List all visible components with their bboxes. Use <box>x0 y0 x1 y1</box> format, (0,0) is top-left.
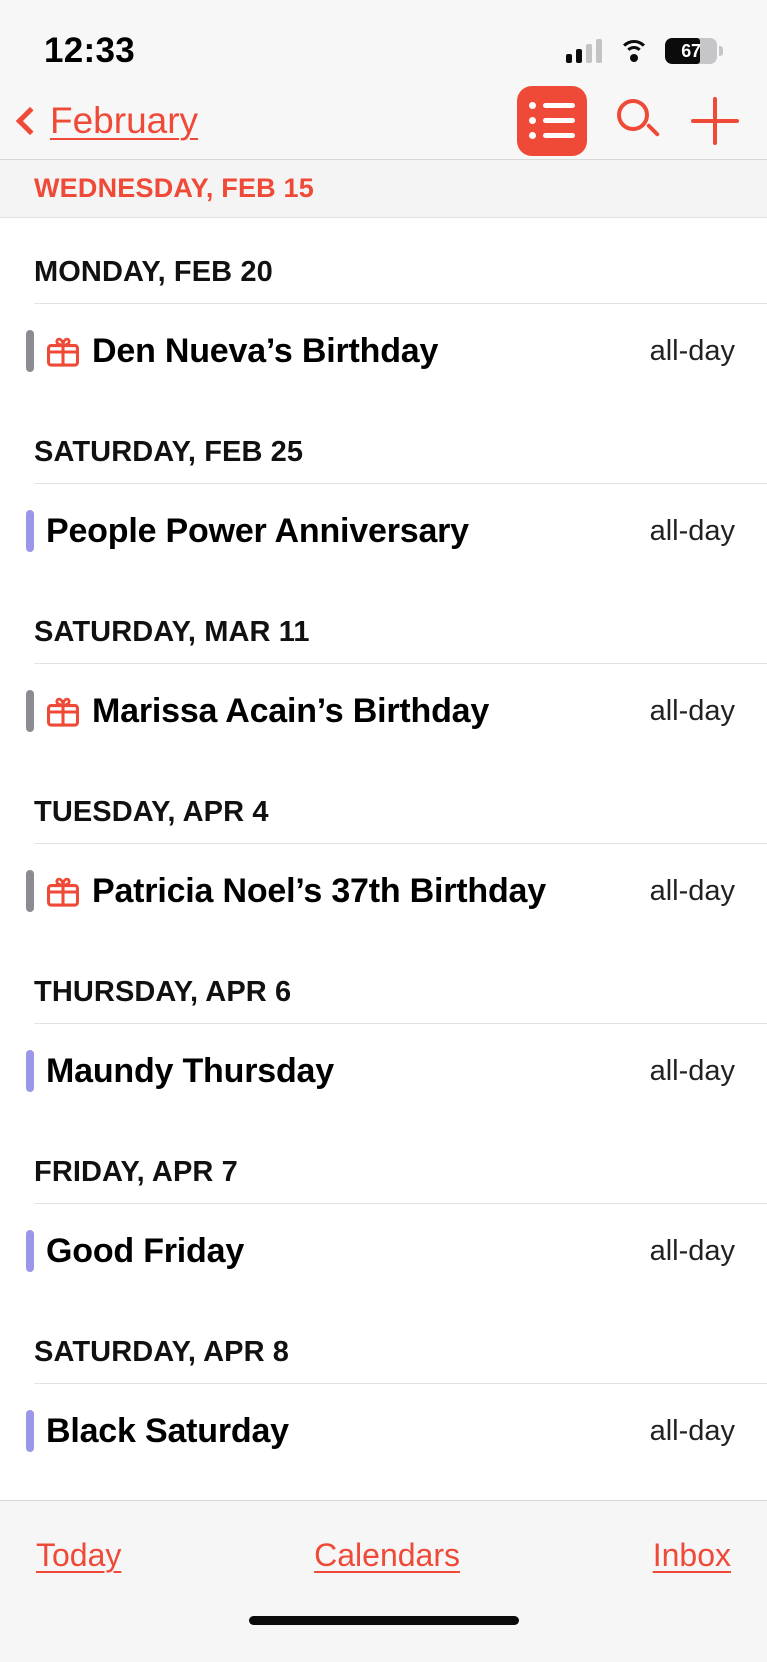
section-date-label: TUESDAY, APR 4 <box>34 796 269 828</box>
event-time: all-day <box>649 694 735 727</box>
event-time: all-day <box>649 1234 735 1267</box>
date-section: SATURDAY, MAR 11 Marissa Acain’s Birthday… <box>0 578 767 758</box>
event-time: all-day <box>649 334 735 367</box>
date-section: SATURDAY, APR 8 Black Saturday all-day <box>0 1298 767 1478</box>
date-section: THURSDAY, APR 6 Maundy Thursday all-day <box>0 938 767 1118</box>
back-button[interactable]: February <box>15 99 199 142</box>
status-bar-clock: 12:33 <box>44 31 136 70</box>
event-title: Den Nueva’s Birthday <box>92 331 439 370</box>
event-time: all-day <box>649 874 735 907</box>
date-section: SUNDAY, APR 9 <box>0 1478 767 1500</box>
gift-icon <box>46 695 80 727</box>
gift-icon <box>46 875 80 907</box>
section-date-label: SUNDAY, APR 9 <box>0 1478 767 1500</box>
status-bar-indicators: 67 <box>566 38 723 64</box>
event-time: all-day <box>649 1414 735 1447</box>
event-title: Marissa Acain’s Birthday <box>92 691 490 730</box>
battery-level-label: 67 <box>681 40 701 61</box>
event-time: all-day <box>649 514 735 547</box>
date-section: TUESDAY, APR 4 Patricia Noel’s 37th Birth… <box>0 758 767 938</box>
event-calendar-color-bar <box>26 870 34 912</box>
back-button-label: February <box>50 99 199 141</box>
navigation-actions <box>517 85 739 156</box>
event-list[interactable]: MONDAY, FEB 20 Den Nueva’s Birthday all-da… <box>0 218 767 1500</box>
home-indicator[interactable] <box>248 1616 519 1625</box>
cellular-signal-icon <box>566 39 602 63</box>
chevron-left-icon <box>15 106 45 135</box>
event-calendar-color-bar <box>26 510 34 552</box>
battery-icon: 67 <box>665 38 717 64</box>
wifi-icon <box>618 39 649 63</box>
section-date-label: SATURDAY, APR 8 <box>34 1336 290 1368</box>
bottom-toolbar: Today Calendars Inbox <box>0 1500 767 1610</box>
calendar-app-screen: 12:33 67 February WEDNESDAY, FEB 15 MOND… <box>0 0 767 1662</box>
event-time: all-day <box>649 1054 735 1087</box>
inbox-button[interactable]: Inbox <box>653 1537 731 1574</box>
event-calendar-color-bar <box>26 690 34 732</box>
section-date-label: FRIDAY, APR 7 <box>34 1156 238 1188</box>
date-section: SATURDAY, FEB 25 People Power Anniversary… <box>0 398 767 578</box>
today-button[interactable]: Today <box>36 1537 121 1574</box>
event-row[interactable]: Black Saturday all-day <box>0 1384 767 1478</box>
navigation-bar: February <box>0 82 767 160</box>
plus-icon[interactable] <box>691 96 739 145</box>
gift-icon <box>46 335 80 367</box>
event-calendar-color-bar <box>26 330 34 372</box>
event-row[interactable]: Marissa Acain’s Birthday all-day <box>0 664 767 758</box>
section-date-label: MONDAY, FEB 20 <box>34 256 273 288</box>
battery-cap <box>719 46 723 56</box>
event-title: Black Saturday <box>46 1411 289 1450</box>
section-date-label: SATURDAY, FEB 25 <box>34 436 304 468</box>
event-calendar-color-bar <box>26 1230 34 1272</box>
event-title: Patricia Noel’s 37th Birthday <box>92 871 546 910</box>
event-calendar-color-bar <box>26 1410 34 1452</box>
event-row[interactable]: Maundy Thursday all-day <box>0 1024 767 1118</box>
list-view-icon[interactable] <box>517 85 587 156</box>
status-bar: 12:33 67 <box>0 0 767 82</box>
event-row[interactable]: Good Friday all-day <box>0 1204 767 1298</box>
date-section: FRIDAY, APR 7 Good Friday all-day <box>0 1118 767 1298</box>
event-title: Good Friday <box>46 1231 245 1270</box>
battery-indicator: 67 <box>665 38 723 64</box>
event-title: People Power Anniversary <box>46 511 469 550</box>
event-calendar-color-bar <box>26 1050 34 1092</box>
date-section: MONDAY, FEB 20 Den Nueva’s Birthday all-da… <box>0 218 767 398</box>
calendars-button[interactable]: Calendars <box>314 1537 460 1574</box>
search-icon[interactable] <box>615 97 663 145</box>
section-date-label: THURSDAY, APR 6 <box>34 976 292 1008</box>
section-date-label: SATURDAY, MAR 11 <box>34 616 310 648</box>
event-row[interactable]: People Power Anniversary all-day <box>0 484 767 578</box>
event-row[interactable]: Den Nueva’s Birthday all-day <box>0 304 767 398</box>
event-row[interactable]: Patricia Noel’s 37th Birthday all-day <box>0 844 767 938</box>
sticky-date-header: WEDNESDAY, FEB 15 <box>0 160 767 218</box>
home-indicator-area <box>0 1610 767 1662</box>
event-title: Maundy Thursday <box>46 1051 334 1090</box>
